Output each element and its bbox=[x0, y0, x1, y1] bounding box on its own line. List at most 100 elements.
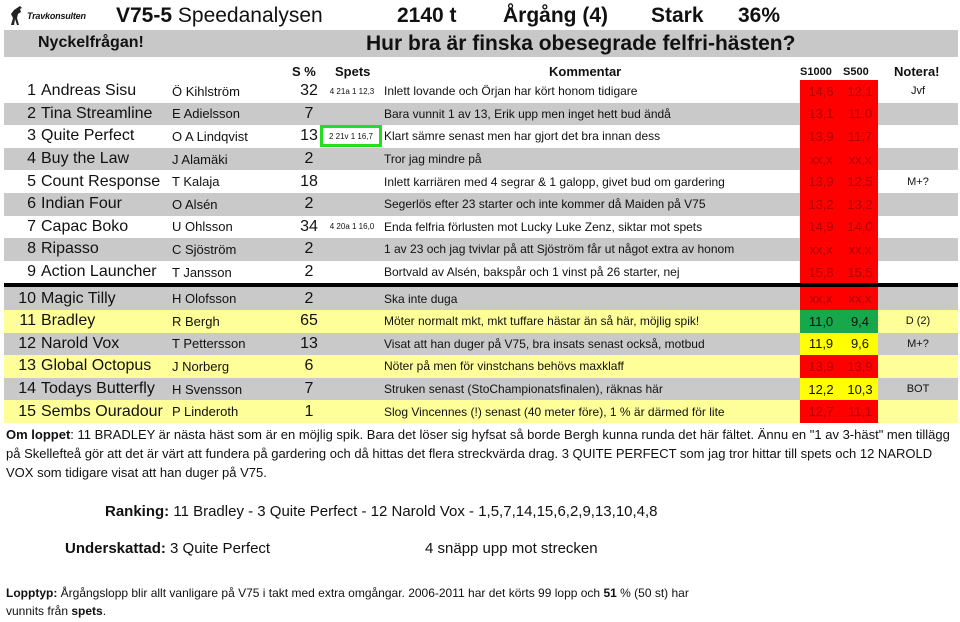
table-row: 11 Bradley R Bergh 65 Möter normalt mkt, mkt… bbox=[4, 309, 958, 333]
spets-value bbox=[322, 170, 382, 193]
horse-number: 10 bbox=[18, 289, 36, 307]
s1000-value: 11,9 bbox=[808, 336, 834, 352]
table-row: 2 Tina Streamline E Adielsson 7 Bara vunnit … bbox=[4, 102, 958, 126]
race-type-note-text: . bbox=[102, 604, 107, 618]
table-row: 8 Ripasso C Sjöström 2 1 av 23 och jag tvivl… bbox=[4, 238, 958, 261]
comment: Klart sämre senast men har gjort det bra… bbox=[384, 129, 661, 144]
horse-name: Narold Vox bbox=[41, 334, 120, 352]
horse-name: Andreas Sisu bbox=[41, 82, 137, 100]
driver-name: J Alamäki bbox=[172, 151, 228, 167]
note bbox=[878, 216, 958, 239]
driver-name: H Olofsson bbox=[172, 291, 237, 307]
horse-name: Ripasso bbox=[41, 240, 99, 258]
col-header-s1000: S1000 bbox=[800, 66, 832, 78]
table-row: 15 Sembs Ouradour P Linderoth 1 Slog Vincenn… bbox=[4, 400, 958, 423]
table-row: 4 Buy the Law J Alamäki 2 Tror jag mindre på… bbox=[4, 147, 958, 171]
about-race-text: : 11 BRADLEY är nästa häst som är en möj… bbox=[6, 427, 950, 480]
note bbox=[878, 261, 958, 284]
table-row: 13 Global Octopus J Norberg 6 Nöter på men f… bbox=[4, 355, 958, 378]
horse-number: 6 bbox=[27, 195, 36, 213]
underrated-label: Underskattad: bbox=[65, 540, 166, 557]
spets-value bbox=[322, 261, 382, 284]
ranking-label: Ranking: bbox=[105, 503, 170, 520]
s1000-value: xx,x bbox=[809, 291, 833, 307]
horse-number: 15 bbox=[18, 402, 36, 420]
s500-value: 13,9 bbox=[847, 358, 873, 374]
table-row: 1 Andreas Sisu Ö Kihlström 32 4 21a 1 12,3 In… bbox=[4, 80, 958, 103]
col-header-note: Notera! bbox=[894, 64, 940, 79]
driver-name: Ö Kihlström bbox=[172, 83, 240, 99]
horse-number: 2 bbox=[27, 104, 36, 122]
horse-name: Indian Four bbox=[41, 195, 122, 213]
driver-name: C Sjöström bbox=[172, 241, 237, 257]
s1000-value: 15,8 bbox=[808, 264, 834, 280]
spets-value bbox=[322, 355, 382, 378]
s500-value: 13,2 bbox=[847, 196, 873, 212]
s1000-value: xx,x bbox=[809, 151, 833, 167]
table-row: 5 Count Response T Kalaja 18 Inlett karriäre… bbox=[4, 170, 958, 193]
underrated-value: 3 Quite Perfect bbox=[170, 540, 271, 557]
comment: Slog Vincennes (!) senast (40 meter före… bbox=[384, 404, 725, 419]
col-header-comment: Kommentar bbox=[549, 64, 622, 79]
race-type: Årgång (4) bbox=[503, 4, 608, 27]
s500-value: 15,5 bbox=[847, 264, 873, 280]
comment: Bortvald av Alsén, bakspår och 1 vinst p… bbox=[384, 265, 680, 280]
note bbox=[878, 125, 958, 148]
horse-number: 9 bbox=[27, 263, 36, 281]
s500-value: 11,7 bbox=[847, 128, 873, 144]
s500-value: 10,3 bbox=[847, 381, 873, 397]
horse-number: 8 bbox=[27, 240, 36, 258]
spets-value: 4 21a 1 12,3 bbox=[329, 86, 375, 96]
note: M+? bbox=[907, 175, 929, 188]
spets-value: 2 21v 1 16,7 bbox=[320, 125, 382, 148]
s1000-value: 13,1 bbox=[808, 106, 834, 122]
table-row: 3 Quite Perfect O A Lindqvist 13 2 21v 1 16,… bbox=[4, 125, 958, 148]
table-row: 7 Capac Boko U Ohlsson 34 4 20a 1 16,0 Enda f… bbox=[4, 215, 958, 239]
horse-name: Action Launcher bbox=[41, 263, 157, 281]
col-header-s500: S500 bbox=[843, 66, 869, 78]
spets-value bbox=[322, 148, 382, 171]
comment: Bara vunnit 1 av 13, Erik upp men inget … bbox=[384, 106, 671, 121]
driver-name: P Linderoth bbox=[172, 404, 239, 420]
spets-value: 4 20a 1 16,0 bbox=[329, 222, 375, 232]
key-question-label: Nyckelfrågan! bbox=[38, 34, 144, 51]
driver-name: O A Lindqvist bbox=[172, 128, 248, 144]
comment: Inlett karriären med 4 segrar & 1 galopp… bbox=[384, 174, 725, 189]
about-race-label: Om loppet bbox=[6, 427, 71, 442]
driver-name: O Alsén bbox=[172, 196, 218, 212]
s1000-value: 12,7 bbox=[808, 404, 834, 420]
key-question-text: Hur bra är finska obesegrade felfri-häst… bbox=[366, 32, 796, 55]
col-header-sp: S % bbox=[292, 64, 316, 79]
note: BOT bbox=[906, 383, 930, 396]
race-type-note-bold: spets bbox=[71, 604, 103, 618]
horse-name: Capac Boko bbox=[41, 217, 129, 235]
spets-value bbox=[322, 238, 382, 261]
comment: Tror jag mindre på bbox=[384, 152, 482, 167]
s1000-value: 14,9 bbox=[808, 219, 834, 235]
s500-value: 12,5 bbox=[847, 174, 873, 190]
spets-value bbox=[322, 287, 382, 310]
s1000-value: 12,2 bbox=[808, 381, 834, 397]
table-row: 12 Narold Vox T Pettersson 13 Visat att han … bbox=[4, 332, 958, 356]
ranking-value: 11 Bradley - 3 Quite Perfect - 12 Narold… bbox=[173, 503, 658, 520]
spets-value bbox=[322, 193, 382, 216]
note bbox=[878, 287, 958, 310]
comment: Enda felfria förlusten mot Lucky Luke Ze… bbox=[384, 219, 703, 234]
horse-name: Bradley bbox=[41, 312, 96, 330]
comment: Ska inte duga bbox=[384, 291, 458, 306]
spets-value bbox=[322, 400, 382, 423]
s1000-value: 13,9 bbox=[808, 358, 834, 374]
table-row: 14 Todays Butterfly H Svensson 7 Struken sen… bbox=[4, 377, 958, 401]
driver-name: R Bergh bbox=[172, 313, 220, 329]
horse-name: Count Response bbox=[41, 172, 161, 190]
horse-number: 1 bbox=[27, 82, 36, 100]
spets-value bbox=[322, 103, 382, 126]
s500-value: 14,0 bbox=[847, 219, 873, 235]
s500-value: xx,x bbox=[848, 241, 872, 257]
race-title: Speedanalysen bbox=[177, 4, 323, 27]
horse-name: Global Octopus bbox=[41, 357, 152, 375]
s1000-value: 11,0 bbox=[808, 313, 834, 329]
note: D (2) bbox=[905, 315, 931, 328]
horse-name: Magic Tilly bbox=[41, 289, 116, 307]
underrated-extra: 4 snäpp upp mot strecken bbox=[425, 540, 598, 557]
